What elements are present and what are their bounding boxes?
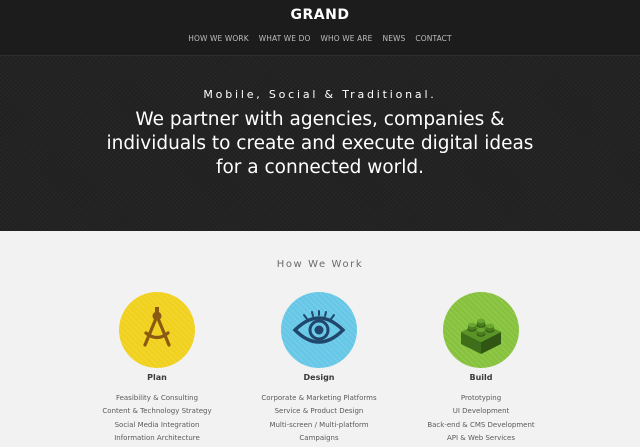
design-title: Design: [303, 373, 335, 382]
build-column: Build Prototyping UI Development Back-en…: [396, 292, 566, 445]
list-item: Information Architecture: [114, 433, 200, 442]
site-logo[interactable]: GRAND: [0, 7, 640, 23]
hero-line: for a connected world.: [215, 157, 425, 178]
hero-line: We partner with agencies, companies &: [135, 109, 505, 130]
hero-tagline: Mobile, Social & Traditional.: [203, 88, 437, 101]
hero-line: individuals to create and execute digita…: [106, 133, 534, 154]
list-item: API & Web Services: [447, 433, 515, 442]
nav-news[interactable]: NEWS: [382, 34, 405, 43]
plan-list: Feasibility & Consulting Content & Techn…: [72, 392, 242, 445]
nav-contact[interactable]: CONTACT: [415, 34, 451, 43]
build-list: Prototyping UI Development Back-end & CM…: [396, 392, 566, 445]
eye-icon: [292, 310, 346, 344]
hero-section: GRAND HOW WE WORK WHAT WE DO WHO WE ARE …: [0, 0, 640, 231]
list-item: Campaigns: [299, 433, 339, 442]
plan-column: Plan Feasibility & Consulting Content & …: [72, 292, 242, 445]
list-item: Multi-screen / Multi-platform: [269, 420, 369, 429]
nav-what-we-do[interactable]: WHAT WE DO: [259, 34, 311, 43]
design-list: Corporate & Marketing Platforms Service …: [234, 392, 404, 445]
list-item: Service & Product Design: [274, 407, 364, 416]
build-circle: [443, 292, 519, 368]
plan-circle: [119, 292, 195, 368]
list-item: UI Development: [452, 407, 510, 416]
lego-brick-icon: [461, 318, 501, 354]
list-item: Back-end & CMS Development: [427, 420, 535, 429]
list-item: Content & Technology Strategy: [102, 407, 212, 416]
compass-icon: [143, 307, 171, 347]
design-circle: [281, 292, 357, 368]
list-item: Prototyping: [460, 394, 502, 402]
list-item: Social Media Integration: [114, 420, 200, 429]
hero-headline: We partner with agencies, companies & in…: [100, 108, 540, 180]
site-header: GRAND HOW WE WORK WHAT WE DO WHO WE ARE …: [0, 0, 640, 56]
build-title: Build: [469, 373, 493, 382]
list-item: Feasibility & Consulting: [115, 394, 199, 402]
design-column: Design Corporate & Marketing Platforms S…: [234, 292, 404, 445]
nav-who-we-are[interactable]: WHO WE ARE: [321, 34, 373, 43]
main-nav: HOW WE WORK WHAT WE DO WHO WE ARE NEWS C…: [0, 34, 640, 43]
how-we-work-title: How We Work: [276, 259, 364, 270]
list-item: Corporate & Marketing Platforms: [261, 394, 377, 402]
nav-how-we-work[interactable]: HOW WE WORK: [188, 34, 248, 43]
plan-title: Plan: [147, 373, 167, 382]
